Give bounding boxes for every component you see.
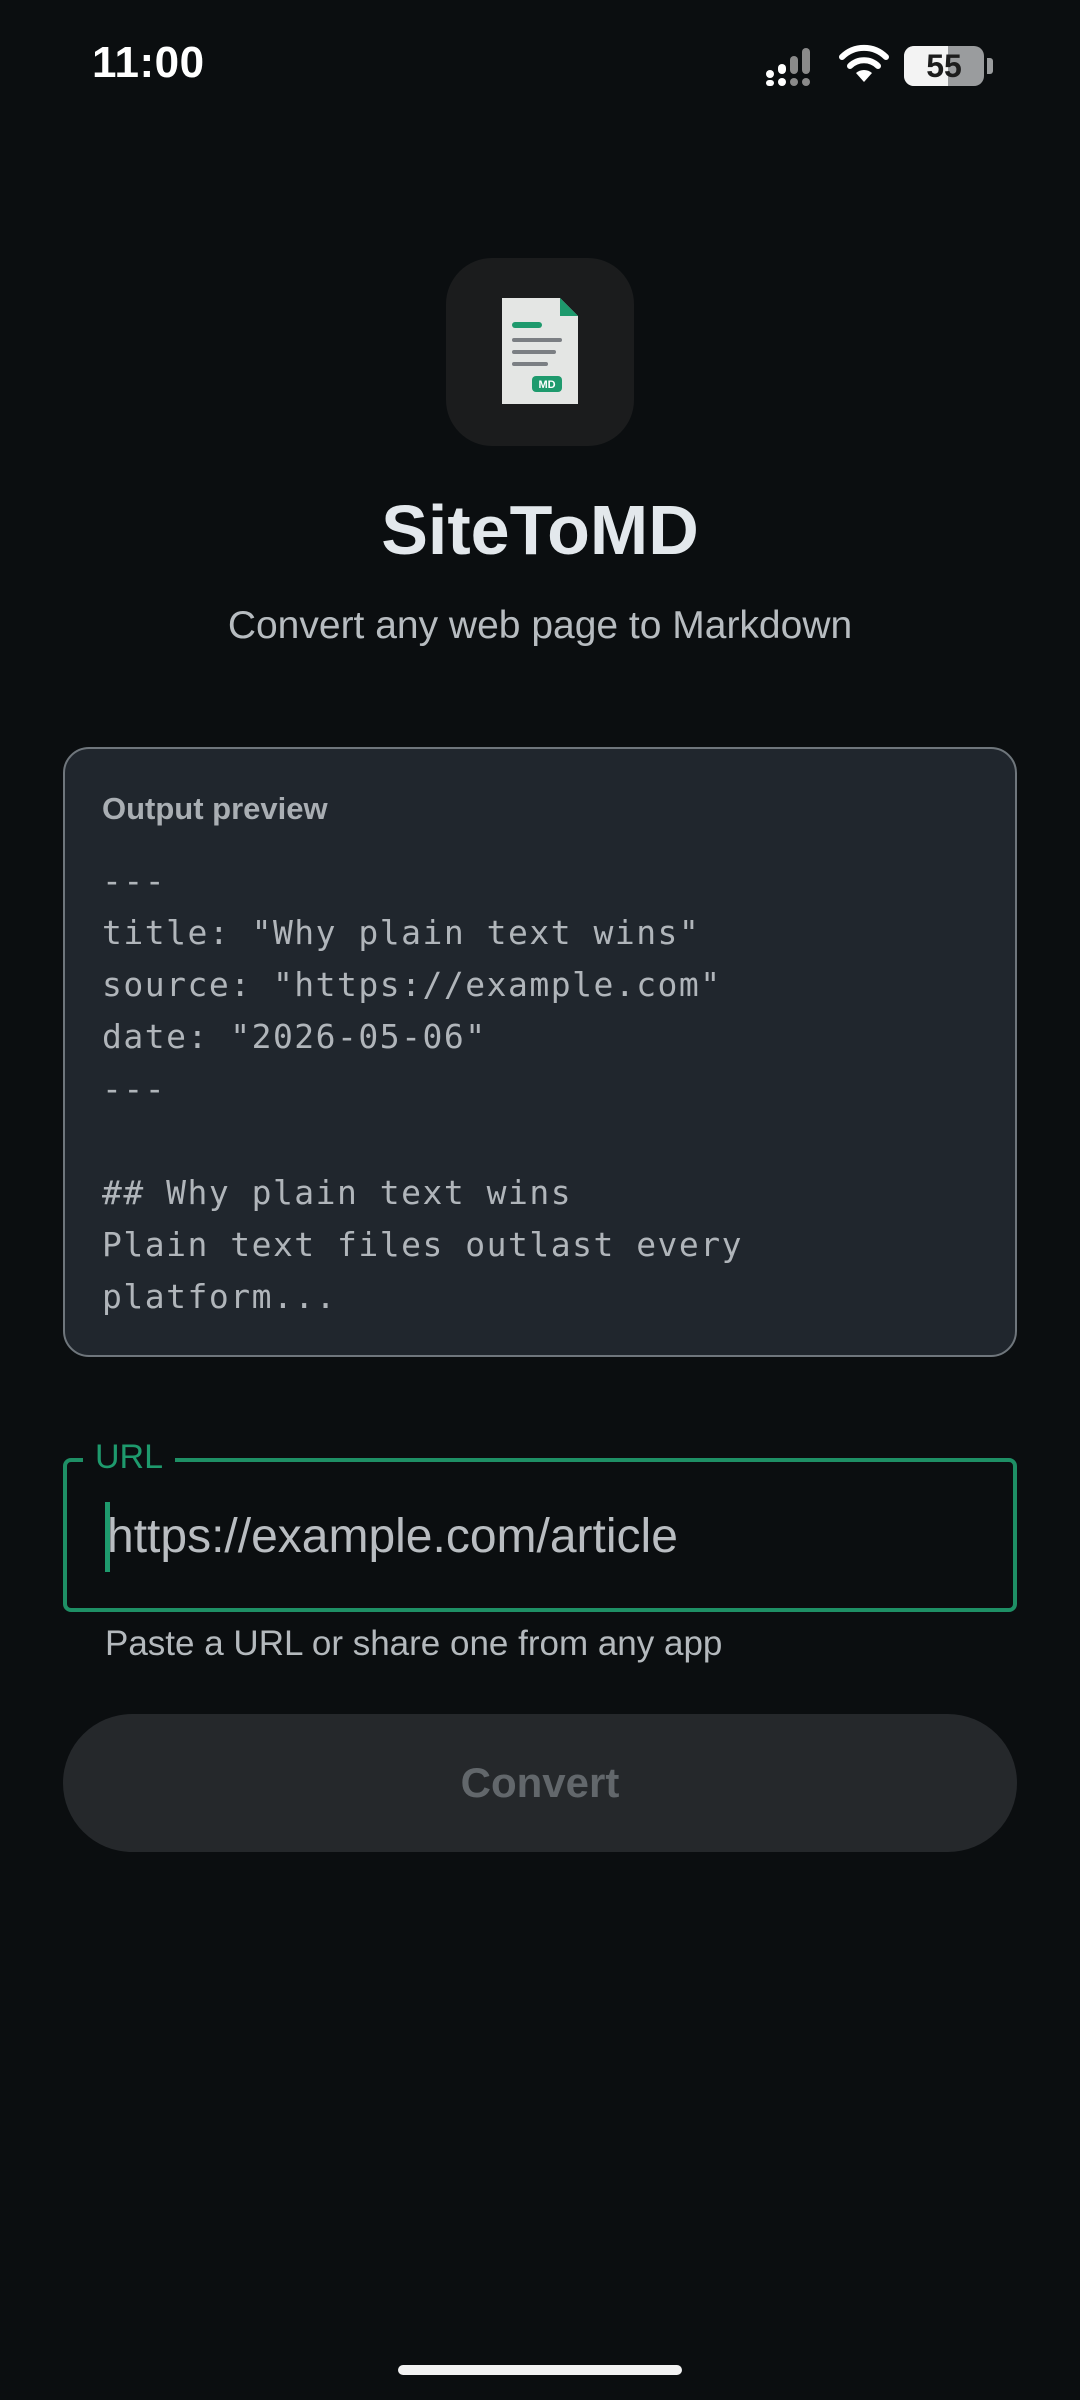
url-field[interactable]: URL [63, 1432, 1017, 1612]
status-bar: 11:00 55 [0, 0, 1080, 130]
battery-tip [987, 58, 993, 74]
preview-line: --- [102, 1069, 167, 1108]
url-input[interactable] [107, 1488, 987, 1584]
markdown-document-icon: MD [502, 298, 578, 404]
battery-body: 55 [904, 46, 984, 86]
md-badge: MD [538, 379, 555, 391]
app-subtitle: Convert any web page to Markdown [227, 604, 853, 647]
preview-line: platform... [102, 1277, 338, 1316]
output-preview-label: Output preview [102, 791, 328, 826]
wifi-icon [839, 44, 889, 82]
output-preview-card: Output preview --- title: "Why plain tex… [63, 747, 1017, 1357]
battery-level: 55 [926, 48, 962, 84]
preview-line: Plain text files outlast every [102, 1225, 744, 1264]
preview-line: source: "https://example.com" [102, 965, 722, 1004]
battery-icon: 55 [904, 46, 994, 86]
preview-line: title: "Why plain text wins" [102, 913, 701, 952]
preview-line: --- [102, 861, 167, 900]
convert-button[interactable]: Convert [63, 1714, 1017, 1852]
url-field-label: URL [83, 1432, 176, 1482]
convert-button-label: Convert [460, 1759, 620, 1806]
home-indicator[interactable] [398, 2365, 682, 2375]
status-time: 11:00 [92, 38, 205, 87]
url-helper-text: Paste a URL or share one from any app [105, 1624, 723, 1663]
signal-icon [766, 48, 810, 86]
preview-line: ## Why plain text wins [102, 1173, 573, 1212]
preview-line: date: "2026-05-06" [102, 1017, 487, 1056]
app-screen: 11:00 55 MD SiteToMD Convert any web pag… [0, 0, 1080, 2400]
app-title: SiteToMD [381, 491, 699, 569]
app-logo: MD [446, 258, 634, 446]
